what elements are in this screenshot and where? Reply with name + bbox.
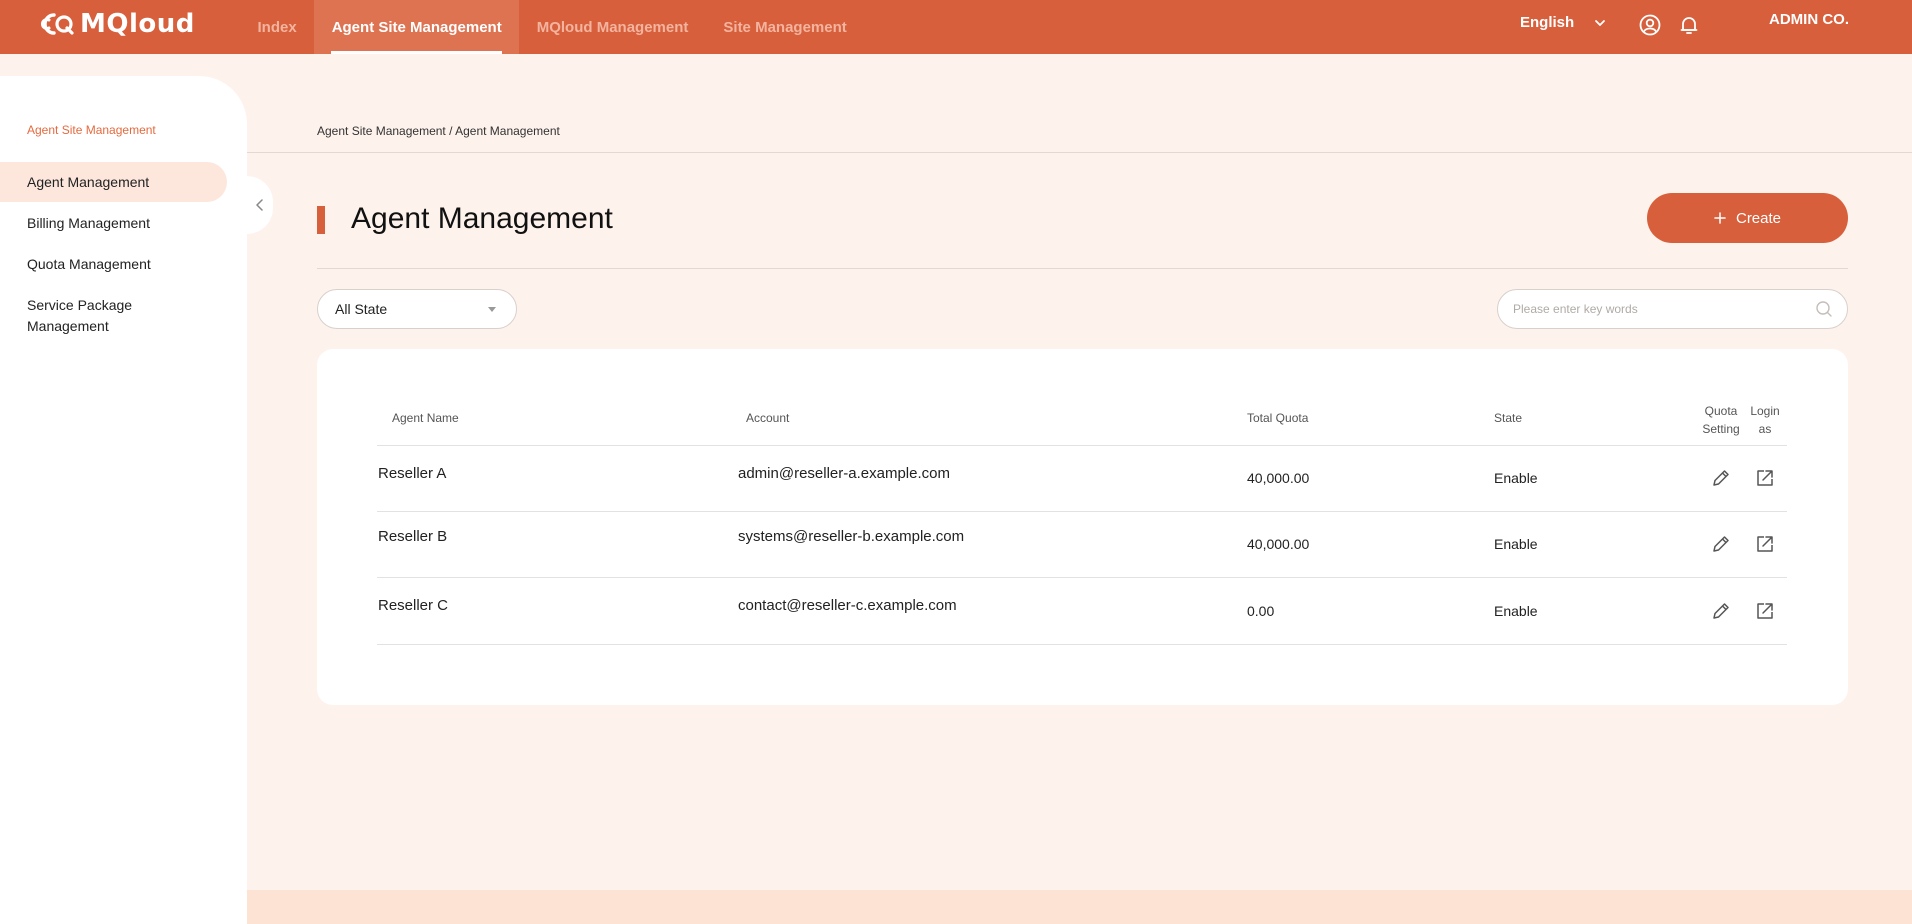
edit-quota-icon[interactable] <box>1710 533 1732 555</box>
user-icon[interactable] <box>1639 14 1661 36</box>
logo[interactable]: MQloud <box>36 9 195 39</box>
language-selector[interactable]: English <box>1520 14 1606 31</box>
sidebar-item-agent-management[interactable]: Agent Management <box>0 162 227 202</box>
plus-icon <box>1714 212 1726 224</box>
column-header-text: Quota <box>1704 404 1738 418</box>
company-name[interactable]: ADMIN CO. <box>1769 11 1849 28</box>
create-button-label: Create <box>1735 209 1782 227</box>
state-filter-value: All State <box>335 301 388 317</box>
sidebar-item-label: Quota Management <box>27 256 151 272</box>
agent-table-card: Agent Name Account Total Quota State Quo… <box>317 349 1848 705</box>
column-header-total-quota: Total Quota <box>1247 411 1309 425</box>
main-nav: Index Agent Site Management MQloud Manag… <box>240 0 864 54</box>
nav-item-agent-site-management[interactable]: Agent Site Management <box>314 0 520 54</box>
nav-item-index[interactable]: Index <box>240 0 314 54</box>
agent-name-cell: Reseller B <box>378 528 448 545</box>
create-button[interactable]: Create <box>1647 193 1848 243</box>
language-label: English <box>1520 14 1575 31</box>
search-box <box>1497 289 1848 329</box>
external-link-icon[interactable] <box>1754 600 1776 622</box>
divider <box>317 268 1848 269</box>
edit-quota-icon[interactable] <box>1710 467 1732 489</box>
table-divider <box>377 511 1787 512</box>
column-header-state: State <box>1494 411 1523 425</box>
page-title: Agent Management <box>351 202 613 235</box>
search-icon[interactable] <box>1815 300 1833 318</box>
sidebar-item-quota-management[interactable]: Quota Management <box>0 254 227 275</box>
column-header-agent-name: Agent Name <box>392 411 459 425</box>
table-divider <box>377 577 1787 578</box>
state-filter-select[interactable]: All State <box>317 289 517 329</box>
table-divider <box>377 445 1787 446</box>
breadcrumb: Agent Site Management / Agent Management <box>317 124 560 138</box>
total-quota-cell: 40,000.00 <box>1247 536 1310 552</box>
top-navbar: MQloud Index Agent Site Management MQlou… <box>0 0 1912 54</box>
edit-quota-icon[interactable] <box>1710 600 1732 622</box>
divider <box>247 152 1912 153</box>
column-header-login-as: Login as <box>1745 402 1785 438</box>
account-cell: contact@reseller-c.example.com <box>738 597 957 614</box>
bell-icon[interactable] <box>1678 14 1700 36</box>
sidebar-section-title: Agent Site Management <box>27 123 156 137</box>
column-header-account: Account <box>746 411 790 425</box>
agent-name-cell: Reseller A <box>378 465 447 482</box>
nav-item-site-management[interactable]: Site Management <box>706 0 864 54</box>
chevron-down-icon <box>1595 19 1606 26</box>
caret-down-icon <box>488 307 496 312</box>
column-header-text: as <box>1758 422 1772 436</box>
sidebar-item-service-package-management[interactable]: Service Package Management <box>0 295 180 337</box>
external-link-icon[interactable] <box>1754 467 1776 489</box>
external-link-icon[interactable] <box>1754 533 1776 555</box>
total-quota-cell: 0.00 <box>1247 603 1275 619</box>
column-header-text: Setting <box>1702 422 1740 436</box>
state-cell: Enable <box>1494 536 1538 552</box>
sidebar-item-label: Billing Management <box>27 215 150 231</box>
sidebar-collapse-button[interactable] <box>247 176 273 234</box>
title-accent-bar <box>317 206 325 234</box>
account-cell: systems@reseller-b.example.com <box>738 528 965 545</box>
logo-text: MQloud <box>80 9 195 39</box>
state-cell: Enable <box>1494 603 1538 619</box>
total-quota-cell: 40,000.00 <box>1247 470 1310 486</box>
footer-strip <box>247 890 1912 924</box>
state-cell: Enable <box>1494 470 1538 486</box>
nav-item-mqloud-management[interactable]: MQloud Management <box>519 0 706 54</box>
account-cell: admin@reseller-a.example.com <box>738 465 950 482</box>
agent-name-cell: Reseller C <box>378 597 449 614</box>
column-header-text: Login <box>1750 404 1780 418</box>
chevron-left-icon <box>256 199 263 211</box>
table-divider <box>377 644 1787 645</box>
sidebar-item-label: Agent Management <box>27 173 150 190</box>
column-header-quota-setting: Quota Setting <box>1698 402 1744 438</box>
sidebar-item-billing-management[interactable]: Billing Management <box>0 213 227 234</box>
sidebar-item-label: Service Package Management <box>27 297 133 334</box>
search-input[interactable] <box>1513 290 1803 328</box>
sidebar: Agent Site Management Agent Management B… <box>0 76 247 924</box>
mqloud-logo-icon <box>41 13 74 35</box>
